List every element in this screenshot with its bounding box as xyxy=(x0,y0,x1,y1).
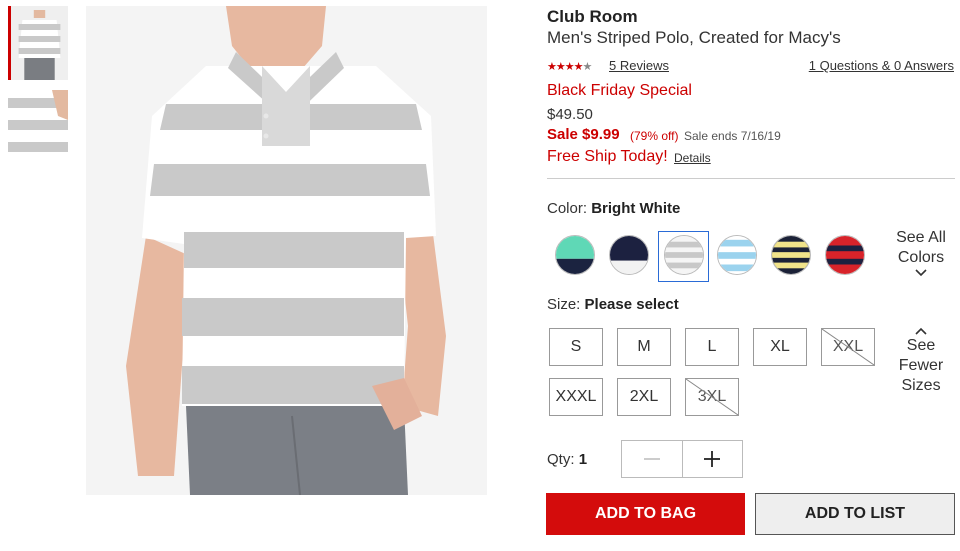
size-option-m[interactable]: M xyxy=(617,328,671,366)
size-option-label: XXXL xyxy=(555,388,597,405)
reviews-link[interactable]: 5 Reviews xyxy=(609,58,669,73)
see-all-colors-button[interactable]: See All Colors xyxy=(893,228,949,278)
selected-color: Bright White xyxy=(591,200,681,217)
quantity-stepper xyxy=(621,440,743,478)
swatch-mint-navy[interactable] xyxy=(555,235,595,275)
quantity-label: Qty: 1 xyxy=(547,451,587,468)
size-option-label: 2XL xyxy=(629,388,659,405)
original-price: $49.50 xyxy=(547,106,593,123)
quantity-value: 1 xyxy=(578,451,588,468)
swatch-yellow-navy[interactable] xyxy=(771,235,811,275)
star-icon: ★ xyxy=(582,61,593,73)
size-option-l[interactable]: L xyxy=(685,328,739,366)
product-title: Men's Striped Polo, Created for Macy's xyxy=(547,28,841,47)
see-all-line-2: Colors xyxy=(897,249,945,266)
size-option-3xl-unavailable[interactable]: 3XL xyxy=(685,378,739,416)
star-icon: ★ xyxy=(555,61,566,73)
details-link[interactable]: Details xyxy=(674,151,711,165)
promo-text: Black Friday Special xyxy=(547,82,692,99)
rating-stars[interactable]: ★★★★★ xyxy=(547,60,593,73)
see-fewer-line-2: Fewer xyxy=(898,357,944,374)
star-icon: ★ xyxy=(564,61,575,73)
size-option-label: L xyxy=(707,338,717,355)
size-option-label: S xyxy=(570,338,582,355)
size-option-s[interactable]: S xyxy=(549,328,603,366)
size-option-label: XXL xyxy=(832,338,864,355)
size-option-label: XL xyxy=(770,338,790,355)
chevron-up-icon xyxy=(915,327,927,335)
selected-size: Please select xyxy=(584,296,679,313)
see-fewer-line-3: Sizes xyxy=(901,377,941,394)
color-label-text: Color: xyxy=(547,200,588,217)
free-ship-text: Free Ship Today! xyxy=(547,148,668,165)
swatch-light-blue-white[interactable] xyxy=(717,235,757,275)
size-label: Size: Please select xyxy=(547,296,679,313)
chevron-down-icon xyxy=(915,269,927,277)
star-icon: ★ xyxy=(547,61,557,73)
see-fewer-line-1: See xyxy=(906,337,936,354)
sale-price: Sale $9.99 xyxy=(547,126,620,143)
swatch-navy-white[interactable] xyxy=(609,235,649,275)
discount-percent: (79% off) xyxy=(630,129,679,143)
size-option-xxl-unavailable[interactable]: XXL xyxy=(821,328,875,366)
see-fewer-sizes-button[interactable]: See Fewer Sizes xyxy=(893,326,949,396)
size-option-xl[interactable]: XL xyxy=(753,328,807,366)
product-main-image[interactable] xyxy=(86,6,487,495)
swatch-bright-white[interactable] xyxy=(664,235,704,275)
quantity-label-text: Qty: xyxy=(547,451,575,468)
thumbnail-front[interactable] xyxy=(8,6,68,80)
size-option-2xl[interactable]: 2XL xyxy=(617,378,671,416)
star-icon: ★ xyxy=(573,61,584,73)
color-label: Color: Bright White xyxy=(547,200,680,217)
size-option-label: M xyxy=(637,338,651,355)
brand-name[interactable]: Club Room xyxy=(547,7,638,27)
size-label-text: Size: xyxy=(547,296,581,313)
minus-icon xyxy=(643,458,660,460)
thumbnail-detail[interactable] xyxy=(8,90,68,165)
size-option-xxxl[interactable]: XXXL xyxy=(549,378,603,416)
see-all-line-1: See All xyxy=(896,229,946,246)
divider xyxy=(547,178,955,179)
plus-icon xyxy=(704,451,721,467)
swatch-red-navy[interactable] xyxy=(825,235,865,275)
sale-end-date: Sale ends 7/16/19 xyxy=(684,129,781,143)
add-to-bag-button[interactable]: ADD TO BAG xyxy=(546,493,745,535)
size-option-label: 3XL xyxy=(697,388,727,405)
add-to-list-button[interactable]: ADD TO LIST xyxy=(755,493,955,535)
increase-quantity-button[interactable] xyxy=(681,441,743,477)
questions-answers-link[interactable]: 1 Questions & 0 Answers xyxy=(809,58,954,73)
decrease-quantity-button[interactable] xyxy=(622,441,682,477)
